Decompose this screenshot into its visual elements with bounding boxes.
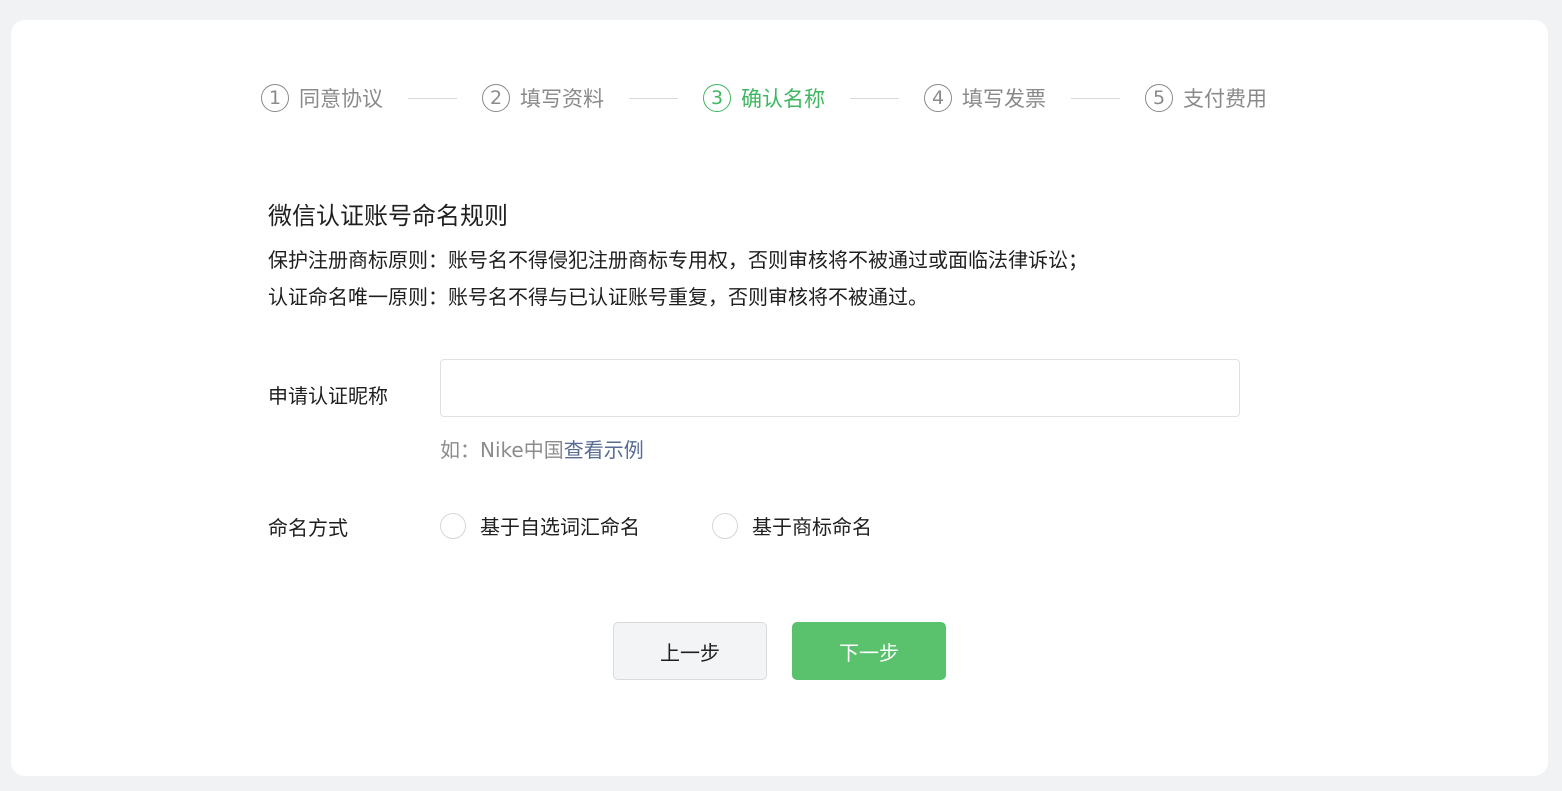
step-connector (408, 97, 457, 99)
step-3-label: 确认名称 (741, 87, 825, 111)
nickname-label: 申请认证昵称 (268, 384, 388, 408)
radio-circle-icon[interactable] (712, 512, 738, 539)
radio-custom-words[interactable]: 基于自选词汇命名 (440, 511, 640, 540)
step-2: 2 填写资料 (482, 83, 604, 113)
previous-step-button[interactable]: 上一步 (613, 622, 767, 680)
view-example-link[interactable]: 查看示例 (564, 438, 644, 462)
radio-trademark-label: 基于商标命名 (752, 515, 872, 539)
trademark-rule-text: 保护注册商标原则：账号名不得侵犯注册商标专用权，否则审核将不被通过或面临法律诉讼… (268, 248, 1088, 272)
step-connector (1071, 97, 1120, 99)
step-2-label: 填写资料 (520, 87, 604, 111)
radio-trademark[interactable]: 基于商标命名 (712, 511, 872, 540)
step-2-number: 2 (482, 84, 510, 112)
unique-name-rule-text: 认证命名唯一原则：账号名不得与已认证账号重复，否则审核将不被通过。 (268, 285, 928, 309)
step-5-number: 5 (1145, 84, 1173, 112)
step-connector (629, 97, 678, 99)
step-5: 5 支付费用 (1145, 83, 1267, 113)
step-4-number: 4 (924, 84, 952, 112)
step-4-label: 填写发票 (962, 87, 1046, 111)
naming-rules-title: 微信认证账号命名规则 (268, 202, 508, 230)
step-progress-bar: 1 同意协议 2 填写资料 3 确认名称 4 填写发票 5 支付费用 (261, 82, 1267, 114)
next-step-button[interactable]: 下一步 (792, 622, 946, 680)
step-connector (850, 97, 899, 99)
radio-custom-words-label: 基于自选词汇命名 (480, 515, 640, 539)
step-3-current: 3 确认名称 (703, 83, 825, 113)
step-1-label: 同意协议 (299, 87, 383, 111)
naming-method-label: 命名方式 (268, 516, 348, 540)
step-3-number: 3 (703, 84, 731, 112)
step-4: 4 填写发票 (924, 83, 1046, 113)
nickname-hint: 如：Nike中国查看示例 (440, 434, 644, 463)
step-1-number: 1 (261, 84, 289, 112)
step-1: 1 同意协议 (261, 83, 383, 113)
step-5-label: 支付费用 (1183, 87, 1267, 111)
nickname-input[interactable] (440, 359, 1240, 417)
radio-circle-icon[interactable] (440, 512, 466, 539)
nickname-hint-example: 如：Nike中国 (440, 438, 564, 462)
